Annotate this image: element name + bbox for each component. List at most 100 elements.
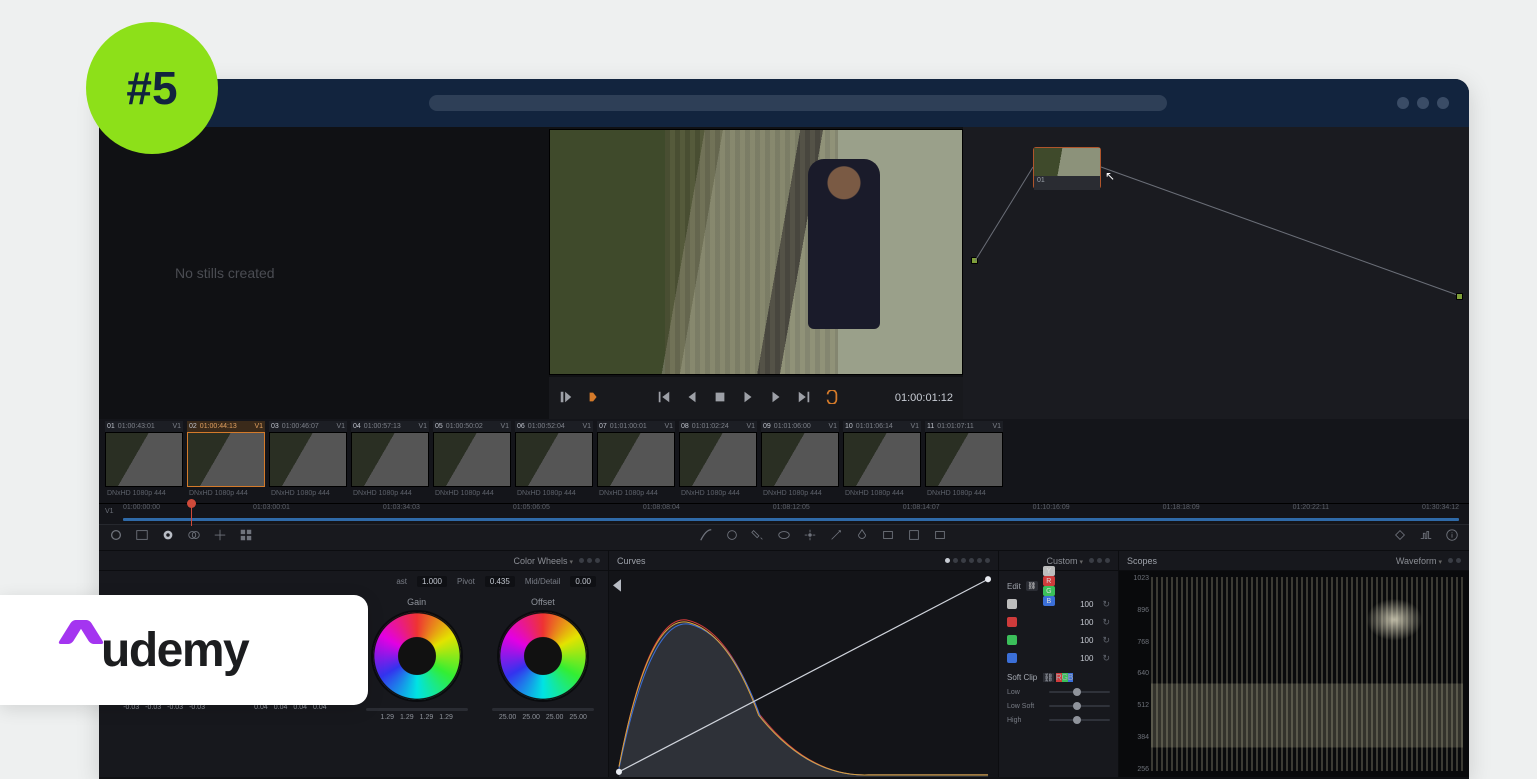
channel-row-Y[interactable]: 100↻ [1007,595,1110,613]
next-clip-icon[interactable] [797,390,811,407]
channel-chip-G[interactable]: G [1043,586,1055,596]
link-icon[interactable]: ⛓ [1043,673,1053,682]
3d-icon[interactable] [933,528,947,547]
warper-icon[interactable] [725,528,739,547]
scopes-mode[interactable]: Waveform [1396,556,1442,566]
keyframes-icon[interactable] [1393,528,1407,547]
sizing-icon[interactable] [907,528,921,547]
playhead[interactable] [191,500,192,526]
node-graph[interactable]: 01 ↖ [963,127,1469,419]
reset-icon[interactable]: ↻ [1102,653,1110,664]
contrast-value[interactable]: 1.000 [417,576,447,587]
pivot-value[interactable]: 0.435 [485,576,515,587]
stop-icon[interactable] [713,390,727,407]
step-back-icon[interactable] [685,390,699,407]
link-icon[interactable]: ⛓ [1026,581,1038,591]
curves-title: Curves [617,556,646,566]
color-match-icon[interactable] [135,528,149,547]
info-icon[interactable] [1445,528,1459,547]
loop-icon[interactable] [825,390,839,407]
wheels-page-dots[interactable] [579,558,600,563]
window-controls[interactable] [1397,97,1449,109]
custom-dots[interactable] [1089,558,1110,563]
wheels-icon[interactable] [161,528,175,547]
clip-thumb-07[interactable]: 0701:01:00:01V1 [597,421,675,487]
softclip-label: Soft Clip ⛓ RGB [1007,673,1110,682]
reset-icon[interactable]: ↻ [1102,635,1110,646]
clip-codec: DNxHD 1080p 444 [433,489,511,503]
clip-thumb-08[interactable]: 0801:01:02:24V1 [679,421,757,487]
scopes-opts[interactable] [1448,558,1461,563]
channel-chip-B[interactable]: B [1043,596,1055,606]
play-icon[interactable] [741,390,755,407]
clip-thumb-06[interactable]: 0601:00:52:04V1 [515,421,593,487]
motion-effects-icon[interactable] [213,528,227,547]
node-output-dot[interactable] [1456,293,1463,300]
clip-codec: DNxHD 1080p 444 [187,489,265,503]
tracker-icon[interactable] [803,528,817,547]
scopes-icon[interactable] [1419,528,1433,547]
reset-icon[interactable]: ↻ [1102,617,1110,628]
blur-icon[interactable] [855,528,869,547]
channel-row-R[interactable]: 100↻ [1007,613,1110,631]
clip-codec: DNxHD 1080p 444 [105,489,183,503]
softclip-slider-High[interactable]: High [1007,713,1110,727]
clip-thumb-01[interactable]: 0101:00:43:01V1 [105,421,183,487]
clip-codec: DNxHD 1080p 444 [269,489,347,503]
channel-row-G[interactable]: 100↻ [1007,631,1110,649]
softclip-chip-G[interactable]: G [1062,673,1068,682]
mark-in-icon[interactable] [559,390,573,407]
clip-codec: DNxHD 1080p 444 [351,489,429,503]
clip-thumb-10[interactable]: 1001:01:06:14V1 [843,421,921,487]
softclip-slider-Low Soft[interactable]: Low Soft [1007,699,1110,713]
clip-thumb-04[interactable]: 0401:00:57:13V1 [351,421,429,487]
color-node-1[interactable]: 01 [1033,147,1101,189]
window-icon[interactable] [777,528,791,547]
custom-mode[interactable]: Custom [1047,556,1083,566]
color-wheels-title[interactable]: Color Wheels [514,556,574,566]
grid-icon[interactable] [239,528,253,547]
clip-thumb-02[interactable]: 0201:00:44:13V1 [187,421,265,487]
clip-thumb-11[interactable]: 1101:01:07:11V1 [925,421,1003,487]
clip-thumb-05[interactable]: 0501:00:50:02V1 [433,421,511,487]
color-wheel-Offset[interactable]: Offset25.0025.0025.0025.00 [492,597,594,771]
edit-row: Edit ⛓ YRGB [1007,577,1110,595]
viewer-image[interactable] [549,129,963,375]
udemy-caret-icon [62,622,100,644]
color-wheel-Gain[interactable]: Gain1.291.291.291.29 [366,597,468,771]
waveform-scope[interactable]: 1023896768640512384256 [1119,571,1469,777]
clip-thumb-09[interactable]: 0901:01:06:00V1 [761,421,839,487]
edit-label: Edit [1007,582,1021,591]
reset-icon[interactable]: ↻ [1102,599,1110,610]
rgb-mixer-icon[interactable] [187,528,201,547]
magic-mask-icon[interactable] [829,528,843,547]
curves-page-dots[interactable] [945,558,990,563]
mid-value[interactable]: 0.00 [570,576,596,587]
softclip-chip-R[interactable]: R [1056,673,1062,682]
timeline-clip-bar[interactable] [123,518,1459,521]
curves-icon[interactable] [699,528,713,547]
softclip-chip-B[interactable]: B [1068,673,1073,682]
window-titlebar [99,79,1469,127]
prev-clip-icon[interactable] [657,390,671,407]
camera-raw-icon[interactable] [109,528,123,547]
address-bar[interactable] [429,95,1167,111]
step-fwd-icon[interactable] [769,390,783,407]
rank-badge: #5 [86,22,218,154]
udemy-wordmark: udemy [101,623,248,678]
clip-strip[interactable]: 0101:00:43:01V10201:00:44:13V10301:00:46… [99,419,1469,489]
timeline-ticks: 01:00:00:0001:03:00:0101:03:34:0301:05:0… [123,504,1459,514]
channel-chip-Y[interactable]: Y [1043,566,1055,576]
key-icon[interactable] [881,528,895,547]
clip-thumb-03[interactable]: 0301:00:46:07V1 [269,421,347,487]
softclip-slider-Low[interactable]: Low [1007,685,1110,699]
qualifier-icon[interactable] [751,528,765,547]
channel-row-B[interactable]: 100↻ [1007,649,1110,667]
mini-timeline[interactable]: V1 01:00:00:0001:03:00:0101:03:34:0301:0… [99,503,1469,525]
loop-in-icon[interactable] [587,390,601,407]
channel-chip-R[interactable]: R [1043,576,1055,586]
scopes-title: Scopes [1127,556,1157,566]
clip-codec: DNxHD 1080p 444 [761,489,839,503]
curves-graph[interactable] [609,571,998,777]
scopes-panel: Scopes Waveform 1023896768640512384256 [1119,551,1469,777]
